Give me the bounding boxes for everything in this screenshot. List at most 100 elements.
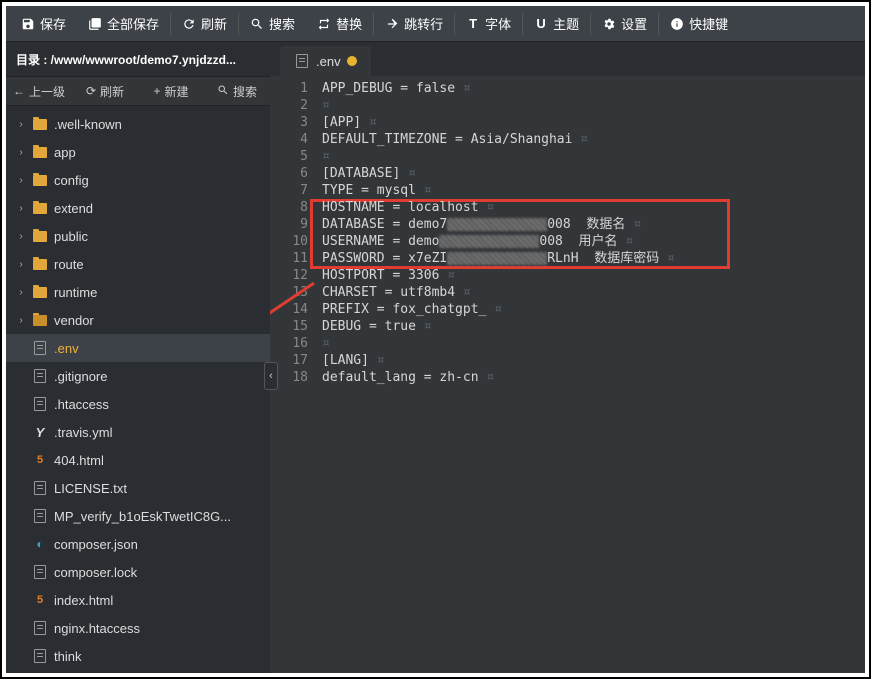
settings-button[interactable]: 设置 bbox=[591, 6, 658, 42]
chevron-right-icon: › bbox=[16, 287, 26, 298]
code-body[interactable]: APP_DEBUG = false ¤¤[APP] ¤DEFAULT_TIMEZ… bbox=[318, 76, 865, 673]
chevron-right-icon: › bbox=[16, 231, 26, 242]
file-sidebar: 目录 : /www/wwwroot/demo7.ynjdzzd... ←上一级 … bbox=[6, 42, 270, 673]
code-line[interactable]: [APP] ¤ bbox=[318, 114, 865, 131]
tree-item-label: runtime bbox=[54, 285, 270, 300]
theme-icon: U bbox=[534, 17, 548, 31]
tree-item-think[interactable]: think bbox=[6, 642, 270, 670]
code-line[interactable]: default_lang = zh-cn ¤ bbox=[318, 369, 865, 386]
tree-item-composer-lock[interactable]: composer.lock bbox=[6, 558, 270, 586]
tree-item-config[interactable]: › config bbox=[6, 166, 270, 194]
save-button[interactable]: 保存 bbox=[10, 6, 77, 42]
tree-item-label: .htaccess bbox=[54, 397, 270, 412]
replace-icon bbox=[317, 17, 331, 31]
tree-item--well-known[interactable]: ›.well-known bbox=[6, 110, 270, 138]
tree-item-label: config bbox=[54, 173, 270, 188]
editor-tabs: .env bbox=[270, 42, 865, 76]
sb-search-button[interactable]: 搜索 bbox=[204, 76, 270, 106]
tree-item--htaccess[interactable]: .htaccess bbox=[6, 390, 270, 418]
top-toolbar: 保存 全部保存 刷新 搜索 替换 跳转行 T字体 U主题 设置 快捷键 bbox=[6, 6, 865, 42]
tree-item-label: .env bbox=[54, 341, 270, 356]
code-line[interactable]: CHARSET = utf8mb4 ¤ bbox=[318, 284, 865, 301]
tree-item-nginx-htaccess[interactable]: nginx.htaccess bbox=[6, 614, 270, 642]
tree-item-route[interactable]: › route bbox=[6, 250, 270, 278]
path-bar[interactable]: 目录 : /www/wwwroot/demo7.ynjdzzd... bbox=[6, 42, 270, 76]
chevron-right-icon: › bbox=[16, 147, 26, 158]
up-button[interactable]: ←上一级 bbox=[6, 76, 72, 106]
code-line[interactable]: [LANG] ¤ bbox=[318, 352, 865, 369]
save-all-button[interactable]: 全部保存 bbox=[77, 6, 170, 42]
arrow-up-icon: ← bbox=[13, 84, 25, 98]
code-line[interactable]: [DATABASE] ¤ bbox=[318, 165, 865, 182]
tree-item-label: think bbox=[54, 649, 270, 664]
tree-item-app[interactable]: › app bbox=[6, 138, 270, 166]
tree-item-label: extend bbox=[54, 201, 270, 216]
tree-item-public[interactable]: › public bbox=[6, 222, 270, 250]
code-line[interactable]: PASSWORD = x7eZIRLnH 数据库密码 ¤ bbox=[318, 250, 865, 267]
gear-icon bbox=[602, 17, 616, 31]
tree-item-license-txt[interactable]: LICENSE.txt bbox=[6, 474, 270, 502]
sidebar-toolbar: ←上一级 ⟳刷新 +新建 搜索 bbox=[6, 76, 270, 106]
sb-refresh-button[interactable]: ⟳刷新 bbox=[72, 76, 138, 106]
tree-item-composer-json[interactable]: ◐composer.json bbox=[6, 530, 270, 558]
code-line[interactable]: DATABASE = demo7008 数据名 ¤ bbox=[318, 216, 865, 233]
chevron-right-icon: › bbox=[16, 259, 26, 270]
code-line[interactable]: ¤ bbox=[318, 148, 865, 165]
code-line[interactable]: HOSTPORT = 3306 ¤ bbox=[318, 267, 865, 284]
code-line[interactable]: DEBUG = true ¤ bbox=[318, 318, 865, 335]
editor-area: .env 123456789101112131415161718 APP_DEB… bbox=[270, 42, 865, 673]
collapse-sidebar-handle[interactable]: ‹ bbox=[264, 362, 278, 390]
tree-item-mp-verify-b1oesktwetic8g---[interactable]: MP_verify_b1oEskTwetIC8G... bbox=[6, 502, 270, 530]
goto-line-button[interactable]: 跳转行 bbox=[374, 6, 454, 42]
search-icon bbox=[217, 84, 229, 99]
file-tree[interactable]: ›.well-known›app›config›extend›public›ro… bbox=[6, 106, 270, 673]
tab-env[interactable]: .env bbox=[280, 46, 371, 76]
plus-icon: + bbox=[153, 84, 160, 98]
tree-item-label: index.html bbox=[54, 593, 270, 608]
tree-item-index-html[interactable]: 5index.html bbox=[6, 586, 270, 614]
chevron-right-icon: › bbox=[16, 315, 26, 326]
tree-item-label: LICENSE.txt bbox=[54, 481, 270, 496]
search-button[interactable]: 搜索 bbox=[239, 6, 306, 42]
tree-item-vendor[interactable]: › vendor bbox=[6, 306, 270, 334]
chevron-right-icon: › bbox=[16, 175, 26, 186]
refresh-icon: ⟳ bbox=[86, 84, 96, 98]
theme-button[interactable]: U主题 bbox=[523, 6, 590, 42]
new-button[interactable]: +新建 bbox=[138, 76, 204, 106]
tree-item--env[interactable]: .env bbox=[6, 334, 270, 362]
code-line[interactable]: USERNAME = demo008 用户名 ¤ bbox=[318, 233, 865, 250]
code-line[interactable]: ¤ bbox=[318, 335, 865, 352]
tree-item-label: app bbox=[54, 145, 270, 160]
code-line[interactable]: HOSTNAME = localhost ¤ bbox=[318, 199, 865, 216]
code-line[interactable]: PREFIX = fox_chatgpt_ ¤ bbox=[318, 301, 865, 318]
file-icon bbox=[294, 53, 310, 69]
save-all-icon bbox=[88, 17, 102, 31]
code-line[interactable]: ¤ bbox=[318, 97, 865, 114]
save-icon bbox=[21, 17, 35, 31]
tree-item-label: .travis.yml bbox=[54, 425, 270, 440]
tree-item-label: public bbox=[54, 229, 270, 244]
refresh-icon bbox=[182, 17, 196, 31]
tree-item--gitignore[interactable]: .gitignore bbox=[6, 362, 270, 390]
tree-item-extend[interactable]: › extend bbox=[6, 194, 270, 222]
tree-item-runtime[interactable]: › runtime bbox=[6, 278, 270, 306]
font-button[interactable]: T字体 bbox=[455, 6, 522, 42]
shortcuts-button[interactable]: 快捷键 bbox=[659, 6, 739, 42]
font-icon: T bbox=[466, 17, 480, 31]
tree-item-label: route bbox=[54, 257, 270, 272]
refresh-button[interactable]: 刷新 bbox=[171, 6, 238, 42]
tree-item--travis-yml[interactable]: Y.travis.yml bbox=[6, 418, 270, 446]
chevron-right-icon: › bbox=[16, 119, 26, 130]
code-line[interactable]: TYPE = mysql ¤ bbox=[318, 182, 865, 199]
code-line[interactable]: APP_DEBUG = false ¤ bbox=[318, 80, 865, 97]
tree-item-label: MP_verify_b1oEskTwetIC8G... bbox=[54, 509, 270, 524]
code-line[interactable]: DEFAULT_TIMEZONE = Asia/Shanghai ¤ bbox=[318, 131, 865, 148]
tree-item-label: 404.html bbox=[54, 453, 270, 468]
code-editor[interactable]: 123456789101112131415161718 APP_DEBUG = … bbox=[270, 76, 865, 673]
replace-button[interactable]: 替换 bbox=[306, 6, 373, 42]
tree-item-label: nginx.htaccess bbox=[54, 621, 270, 636]
tree-item-404-html[interactable]: 5404.html bbox=[6, 446, 270, 474]
tree-item-label: vendor bbox=[54, 313, 270, 328]
tree-item-label: .gitignore bbox=[54, 369, 270, 384]
chevron-right-icon: › bbox=[16, 203, 26, 214]
